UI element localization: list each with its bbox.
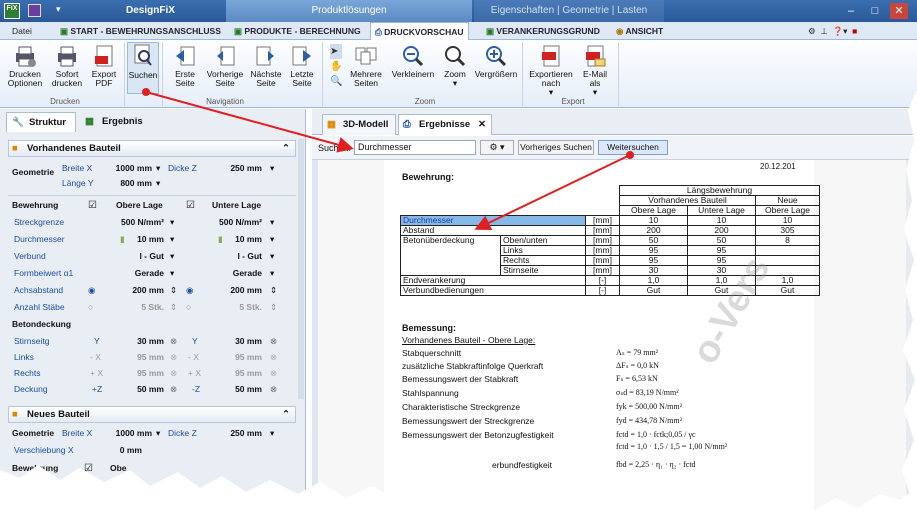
annotation-arrows	[142, 88, 634, 231]
arrow-to-highlight	[474, 154, 631, 231]
arrow-to-search-field	[145, 91, 354, 153]
